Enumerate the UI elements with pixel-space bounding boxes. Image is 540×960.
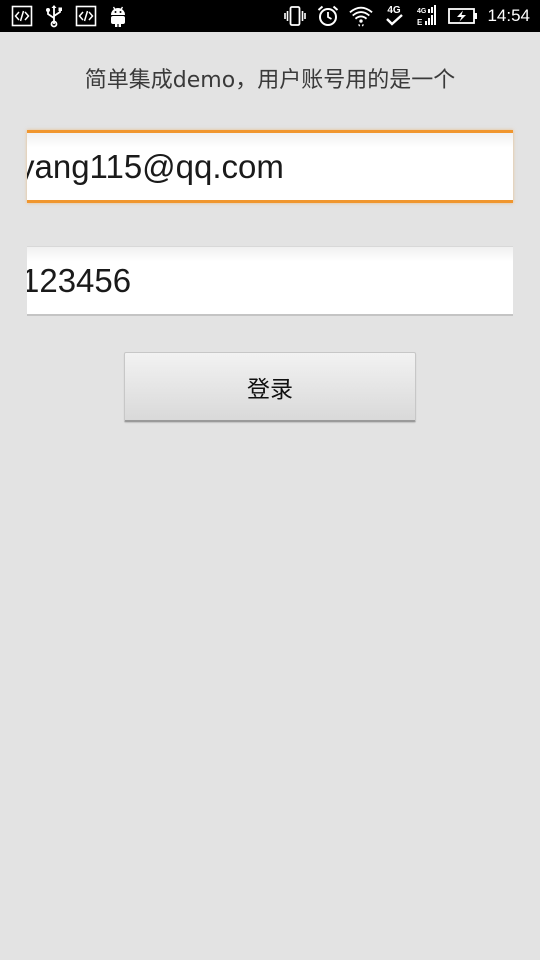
demo-hint-text: 简单集成demo，用户账号用的是一个 xyxy=(84,68,456,93)
battery-charging-icon xyxy=(448,4,478,28)
android-icon xyxy=(106,4,130,28)
svg-text:E: E xyxy=(417,18,423,27)
vibrate-icon xyxy=(283,4,307,28)
email-input[interactable] xyxy=(27,133,513,200)
svg-text:4G: 4G xyxy=(417,8,427,15)
alarm-icon xyxy=(316,4,340,28)
password-field[interactable] xyxy=(27,246,513,316)
cell-signal-icon: 4G E xyxy=(415,4,439,28)
password-input[interactable] xyxy=(27,247,513,314)
usb-icon xyxy=(42,4,66,28)
status-bar: 4G 4G E 14:54 xyxy=(0,0,540,32)
wifi-icon xyxy=(349,4,374,28)
clock: 14:54 xyxy=(487,6,530,25)
signal-4g-icon: 4G xyxy=(382,4,406,28)
svg-text:4G: 4G xyxy=(388,5,402,16)
status-bar-system: 4G 4G E 14:54 xyxy=(283,4,530,28)
email-field[interactable] xyxy=(27,130,513,203)
login-button[interactable]: 登录 xyxy=(124,352,416,422)
status-bar-notifications xyxy=(10,4,130,28)
code-icon xyxy=(10,4,34,28)
code-icon xyxy=(74,4,98,28)
